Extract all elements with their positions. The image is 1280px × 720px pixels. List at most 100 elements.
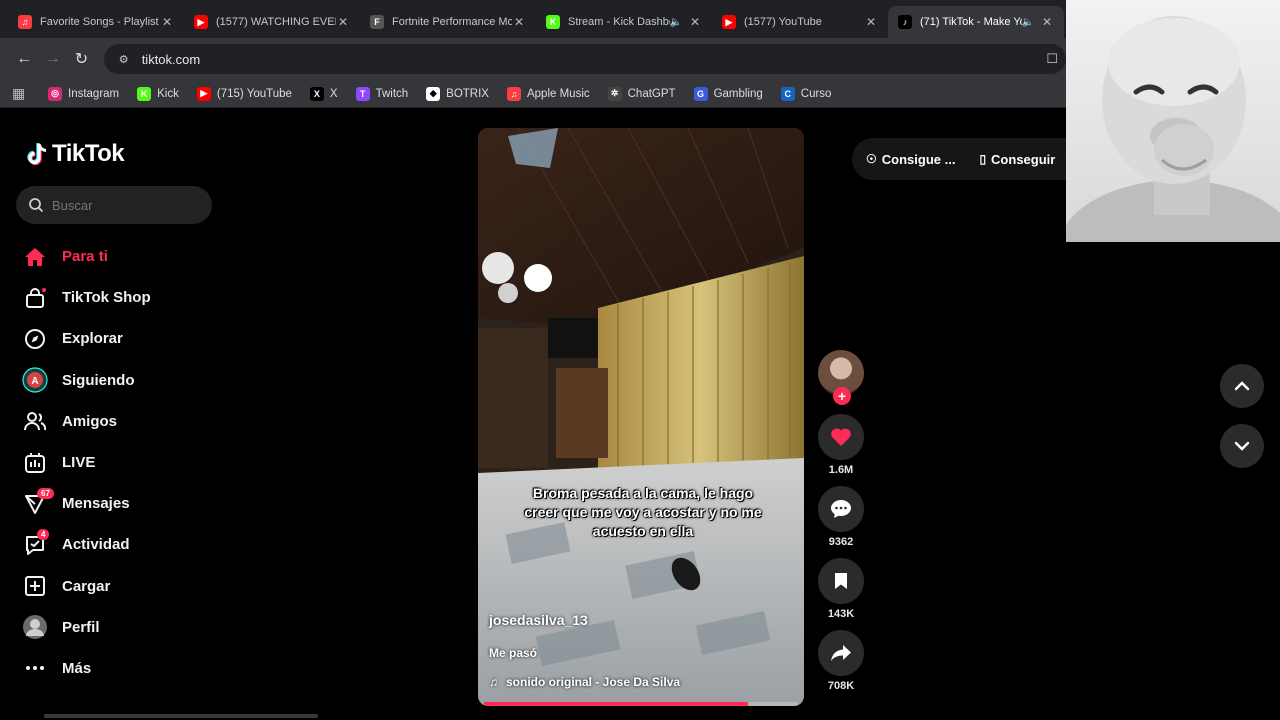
next-video-button[interactable] — [1220, 424, 1264, 468]
svg-text:A: A — [31, 376, 38, 387]
fortnite-icon: F — [370, 15, 384, 29]
bookmark-item[interactable]: ▶ (715) YouTube — [196, 86, 292, 101]
like-count: 1.6M — [828, 464, 854, 476]
search-input[interactable] — [52, 197, 202, 213]
sidebar-item-messages[interactable]: 67 Mensajes — [22, 483, 151, 524]
follow-plus-icon[interactable]: + — [833, 387, 851, 405]
sound-label: sonido original - Jose Da Silva — [506, 675, 681, 689]
browser-tab[interactable]: ♪ (71) TikTok - Make Your Day🔈 ✕ — [888, 6, 1064, 38]
sidebar-item-label: Amigos — [62, 412, 118, 430]
creator-avatar[interactable]: + — [818, 350, 864, 405]
browser-tab[interactable]: ▶ (1577) WATCHING EVERY✕ — [184, 6, 360, 38]
apps-grid-icon[interactable]: ▦ — [12, 85, 30, 102]
sidebar-item-compass[interactable]: Explorar — [22, 318, 151, 359]
browser-toolbar: ← → ↻ ⚙ tiktok.com ☐ — [0, 38, 1066, 80]
address-bar[interactable]: ⚙ tiktok.com ☐ — [103, 44, 1066, 74]
tiktok-icon: ♪ — [898, 15, 912, 29]
screen-share-icon[interactable]: ☐ — [1046, 51, 1058, 67]
browser-tab[interactable]: K Stream - Kick Dashboard🔈 ✕ — [536, 6, 712, 38]
search-box[interactable] — [16, 186, 212, 224]
get-app-button[interactable]: ▯ Conseguir — [979, 152, 1055, 167]
share-button[interactable] — [818, 630, 864, 676]
curso-icon: C — [780, 86, 795, 101]
like-button[interactable] — [818, 414, 864, 460]
sidebar-item-activity[interactable]: 4 Actividad — [22, 524, 151, 565]
bookmark-item[interactable]: XX — [309, 86, 338, 101]
sidebar-item-label: Mensajes — [62, 495, 130, 513]
get-coins-button[interactable]: ☉ Consigue ... — [866, 152, 955, 167]
comment-button[interactable] — [818, 486, 864, 532]
video-progress-bar[interactable] — [484, 702, 798, 706]
close-tab-icon[interactable]: ✕ — [864, 15, 878, 29]
browser-tab-title: Favorite Songs - Playlist — [40, 16, 159, 28]
sidebar-item-label: Más — [62, 659, 92, 677]
sidebar-item-label: TikTok Shop — [62, 289, 151, 307]
speaker-icon[interactable]: 🔈 — [1022, 17, 1034, 28]
bookmark-label: Gambling — [713, 87, 763, 100]
site-info-icon[interactable]: ⚙ — [116, 51, 132, 67]
live-icon — [22, 450, 48, 476]
video-player[interactable]: Broma pesada a la cama, le hago creer qu… — [478, 128, 804, 706]
shop-icon — [22, 285, 48, 311]
horizontal-scrollbar[interactable] — [44, 714, 318, 718]
forward-arrow-icon[interactable]: → — [39, 50, 68, 68]
share-count: 708K — [827, 680, 855, 692]
bookmark-label: ChatGPT — [627, 87, 676, 100]
close-tab-icon[interactable]: ✕ — [688, 15, 702, 29]
bookmark-item[interactable]: K Kick — [137, 86, 179, 101]
bookmark-label: Curso — [800, 87, 832, 100]
sidebar-item-upload[interactable]: Cargar — [22, 566, 151, 607]
browser-tab-title: (1577) WATCHING EVERY — [216, 16, 336, 28]
search-icon — [29, 198, 44, 213]
video-action-rail: + 1.6M 9362 143K 708K — [816, 350, 866, 694]
bookmark-item[interactable]: ♫ Apple Music — [506, 86, 590, 101]
previous-video-button[interactable] — [1220, 364, 1264, 408]
get-coins-label: Consigue ... — [881, 151, 956, 167]
youtube-icon: ▶ — [722, 15, 736, 29]
video-username[interactable]: josedasilva_13 — [489, 612, 588, 628]
share-action[interactable]: 708K — [816, 630, 866, 694]
coin-icon: ☉ — [866, 152, 877, 166]
sidebar-item-label: Perfil — [62, 618, 100, 636]
video-sound[interactable]: ♫ sonido original - Jose Da Silva — [489, 675, 680, 689]
tiktok-logo[interactable]: TikTok — [24, 140, 125, 168]
sidebar-item-live[interactable]: LIVE — [22, 442, 151, 483]
sidebar-item-more[interactable]: Más — [22, 648, 151, 689]
close-tab-icon[interactable]: ✕ — [336, 15, 350, 29]
browser-tab-title: Stream - Kick Dashboard — [568, 16, 670, 28]
close-tab-icon[interactable]: ✕ — [160, 15, 174, 29]
bookmark-item[interactable]: ✲ ChatGPT — [607, 86, 676, 101]
sidebar-item-profile[interactable]: Perfil — [22, 607, 151, 648]
browser-tab[interactable]: ♫ Favorite Songs - Playlist ✕ — [8, 6, 184, 38]
sidebar-item-shop[interactable]: TikTok Shop — [22, 277, 151, 318]
comment-action[interactable]: 9362 — [816, 486, 866, 550]
save-button[interactable] — [818, 558, 864, 604]
bookmarks-bar: ▦ ◎ Instagram K Kick ▶ (715) YouTube X X T Twitch… — [0, 80, 1066, 108]
get-app-bar: ☉ Consigue ... ▯ Conseguir — [852, 138, 1066, 180]
tiktok-sidebar: TikTok Para ti TikTok Shop Explorar A Siguie… — [0, 110, 230, 720]
sidebar-item-home[interactable]: Para ti — [22, 236, 151, 277]
bookmark-item[interactable]: ◎ Instagram — [48, 86, 119, 101]
bookmark-item[interactable]: G Gambling — [693, 86, 763, 101]
close-tab-icon[interactable]: ✕ — [512, 15, 526, 29]
browser-tab[interactable]: F Fortnite Performance Mode✕ — [360, 6, 536, 38]
speaker-icon[interactable]: 🔈 — [670, 17, 682, 28]
sidebar-item-friends[interactable]: Amigos — [22, 401, 151, 442]
bookmark-item[interactable]: ◆ BOTRIX — [426, 86, 489, 101]
like-action[interactable]: 1.6M — [816, 414, 866, 478]
reload-icon[interactable]: ↻ — [67, 49, 96, 69]
friends-icon — [22, 408, 48, 434]
close-tab-icon[interactable]: ✕ — [1040, 15, 1054, 29]
comment-icon — [831, 500, 851, 518]
bookmark-item[interactable]: T Twitch — [355, 86, 408, 101]
sidebar-item-label: Cargar — [62, 577, 111, 595]
address-url[interactable]: tiktok.com — [142, 52, 1047, 67]
save-action[interactable]: 143K — [816, 558, 866, 622]
browser-tab[interactable]: ▶ (1577) YouTube ✕ — [712, 6, 888, 38]
bookmark-item[interactable]: C Curso — [780, 86, 832, 101]
music-note-icon: ♫ — [489, 675, 498, 689]
instagram-icon: ◎ — [48, 86, 62, 101]
bookmark-label: (715) YouTube — [216, 87, 292, 100]
back-arrow-icon[interactable]: ← — [10, 50, 39, 68]
sidebar-item-following-avatar[interactable]: A Siguiendo — [22, 360, 151, 401]
